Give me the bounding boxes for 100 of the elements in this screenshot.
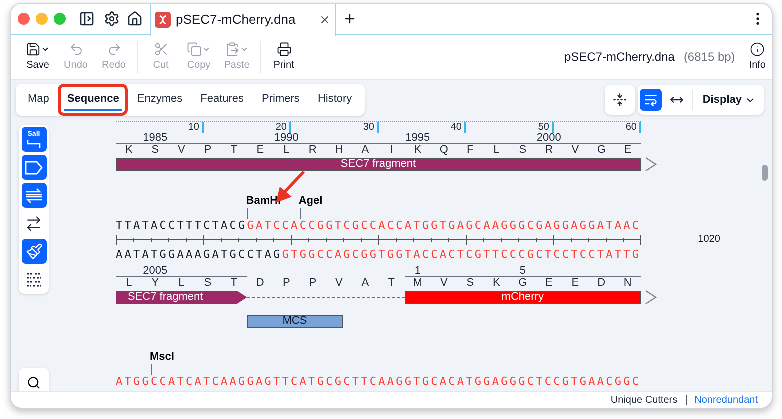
file-size: (6815 bp) — [684, 49, 736, 66]
feature-bar[interactable]: MCS — [247, 315, 343, 328]
amino-acid: E — [256, 144, 264, 157]
caret-icon — [41, 45, 50, 54]
scrollbar-thumb[interactable] — [762, 165, 768, 181]
amino-acid: S — [466, 277, 474, 290]
enzyme-name: AgeI — [298, 195, 323, 208]
sequence-text: CCGGTCGCCACCATGGTGAGCAAGGGCGAGGAGGATAAC — [300, 219, 642, 232]
grid-lines-icon — [26, 272, 42, 288]
amino-acid: H — [335, 144, 344, 157]
residue-number: 1995 — [406, 133, 430, 143]
sequence-text: CCATCATCAAGGAGTTCATGCGCTTCAAGGTGCACATGGAGGGCTCCGTGAACGGC — [151, 375, 642, 388]
sequence-text: ATGG — [116, 375, 152, 388]
feature-bar[interactable]: mCherry — [404, 291, 641, 304]
amino-acid: S — [152, 144, 160, 157]
cut-site-line — [247, 208, 248, 219]
caret-icon — [240, 45, 249, 54]
status-filter[interactable]: Unique Cutters — [610, 392, 678, 408]
amino-acid: R — [308, 144, 317, 157]
sequence-text: GTGGCCAGCGGTGGTACCACTCGTTCCCGCTCCTCCTATTG — [282, 248, 642, 261]
feature-bar[interactable]: SEC7 fragment — [116, 158, 641, 171]
amino-acid: M — [413, 277, 422, 290]
amino-acid: F — [467, 144, 474, 157]
file-name: pSEC7-mCherry.dna — [564, 49, 675, 66]
toolbar-button[interactable]: Print — [265, 42, 303, 72]
amino-acid: D — [256, 277, 264, 290]
toolbar-button[interactable]: Save — [19, 42, 57, 72]
amino-acid: T — [230, 277, 238, 290]
info-icon — [750, 42, 766, 57]
amino-acid: P — [204, 144, 212, 157]
view-tab[interactable]: Features — [192, 84, 254, 116]
amino-acid: Q — [440, 144, 448, 157]
amino-acid: N — [624, 277, 632, 290]
residue-number: 1990 — [274, 133, 299, 143]
document-tab[interactable]: pSEC7-mCherry.dna — [150, 4, 336, 36]
caret-icon — [202, 45, 211, 54]
settings-icon[interactable] — [104, 11, 120, 27]
amino-acid: A — [362, 144, 370, 157]
amino-acid: A — [362, 277, 370, 290]
new-tab-icon[interactable] — [343, 12, 357, 26]
amino-acid: K — [492, 277, 500, 290]
status-mode-link[interactable]: Nonredundant — [694, 392, 758, 408]
amino-acid: T — [230, 144, 238, 157]
ruler-label: 10 — [116, 122, 204, 133]
amino-acid: L — [126, 277, 132, 290]
ruler-label: 20 — [204, 122, 291, 133]
amino-acid: D — [598, 277, 606, 290]
view-tab[interactable]: Sequence — [58, 84, 128, 116]
search-icon — [27, 376, 41, 390]
view-tab[interactable]: Enzymes — [128, 84, 192, 116]
amino-acid: V — [572, 144, 580, 157]
tag-icon — [25, 160, 43, 174]
cut-site-icon — [27, 139, 41, 148]
amino-acid: L — [494, 144, 500, 157]
wrap-icon — [644, 93, 658, 107]
residue-number: 2005 — [143, 266, 168, 276]
amino-acid: G — [518, 277, 528, 290]
amino-acid: V — [335, 277, 343, 290]
amino-acid: G — [597, 144, 606, 157]
amino-acid: R — [545, 144, 554, 157]
cut-site-line — [151, 364, 152, 375]
sequence-text: TTATACCTTTCTACG — [116, 219, 248, 232]
amino-acid: K — [414, 144, 422, 157]
arrows-icon — [25, 214, 43, 232]
amino-acid: Y — [152, 277, 160, 290]
amino-acid: L — [284, 144, 290, 157]
amino-acid: S — [204, 277, 212, 290]
collapse-icon — [612, 93, 627, 107]
home-icon[interactable] — [127, 11, 143, 27]
enzyme-name: MscI — [150, 351, 174, 364]
close-icon[interactable] — [319, 14, 331, 26]
amino-acid: E — [624, 144, 632, 157]
app-logo-icon — [155, 12, 171, 28]
amino-acid: P — [282, 277, 290, 290]
residue-number: 1 — [414, 266, 421, 276]
tab-title: pSEC7-mCherry.dna — [176, 10, 297, 29]
search-button[interactable] — [19, 368, 49, 391]
ruler-label: 40 — [378, 122, 466, 133]
amino-acid: I — [390, 144, 394, 157]
info-button[interactable]: Info — [749, 42, 766, 72]
amino-acid: P — [309, 277, 317, 290]
sequence-text: AATATGGAAAGATGCCTAG — [116, 248, 282, 261]
amino-acid: K — [125, 144, 133, 157]
view-tab[interactable]: History — [308, 84, 362, 116]
residue-number: 5 — [520, 266, 526, 276]
amino-acid: E — [572, 277, 580, 290]
residue-number: 1985 — [143, 133, 168, 143]
undo-icon — [68, 42, 84, 57]
ruler-label: 60 — [554, 122, 641, 133]
close-window-icon[interactable] — [18, 13, 30, 25]
amino-acid: V — [440, 277, 448, 290]
cut-icon — [154, 42, 168, 57]
residue-number: 2000 — [536, 133, 562, 143]
position-number: 1020 — [698, 234, 720, 246]
amino-acid: T — [388, 277, 395, 290]
save-icon — [26, 42, 41, 57]
view-tab[interactable]: Primers — [253, 84, 309, 116]
view-tab[interactable]: Map — [19, 84, 58, 116]
amino-acid: L — [178, 277, 185, 290]
sidebar-toggle-icon[interactable] — [79, 11, 95, 27]
